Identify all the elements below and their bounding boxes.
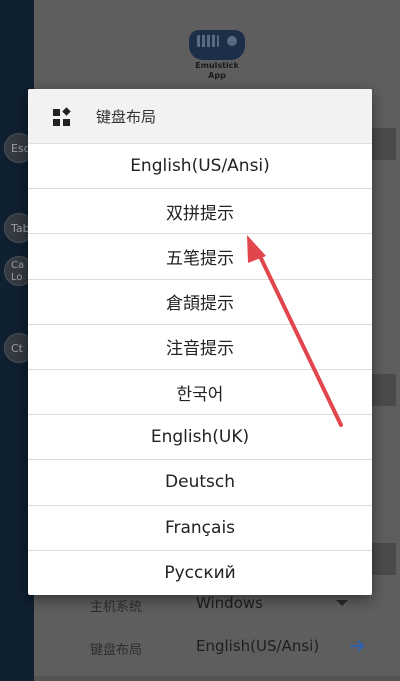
logo-text-line1: Emulstick bbox=[195, 61, 239, 70]
app-logo: Emulstick App bbox=[186, 30, 248, 80]
widgets-icon bbox=[53, 107, 71, 126]
dialog-header: 键盘布局 bbox=[28, 89, 372, 144]
option-cangjie[interactable]: 倉頡提示 bbox=[28, 280, 372, 325]
option-english-us[interactable]: English(US/Ansi) bbox=[28, 144, 372, 190]
gamepad-keyboard-icon bbox=[189, 30, 245, 60]
dialog-title: 键盘布局 bbox=[96, 108, 157, 126]
host-system-label: 主机系统 bbox=[90, 600, 143, 615]
keyboard-layout-value[interactable]: English(US/Ansi) bbox=[196, 637, 319, 655]
bg-section-bar bbox=[372, 374, 396, 406]
bottom-divider bbox=[34, 676, 400, 681]
option-zhuyin[interactable]: 注音提示 bbox=[28, 325, 372, 370]
dropdown-caret-icon[interactable] bbox=[336, 600, 348, 606]
option-korean[interactable]: 한국어 bbox=[28, 370, 372, 416]
option-shuangpin[interactable]: 双拼提示 bbox=[28, 189, 372, 235]
host-system-row[interactable]: 主机系统 Windows bbox=[90, 594, 370, 616]
bg-section-bar bbox=[372, 128, 396, 160]
host-system-value[interactable]: Windows bbox=[196, 594, 263, 612]
keyboard-layout-label: 键盘布局 bbox=[90, 643, 143, 658]
arrow-right-icon[interactable] bbox=[348, 636, 366, 656]
keyboard-layout-dialog: 键盘布局 English(US/Ansi) 双拼提示 五笔提示 倉頡提示 注音提… bbox=[28, 89, 372, 595]
keyboard-layout-row[interactable]: 键盘布局 English(US/Ansi) bbox=[90, 637, 370, 659]
option-wubi[interactable]: 五笔提示 bbox=[28, 234, 372, 280]
option-francais[interactable]: Français bbox=[28, 506, 372, 551]
option-russian[interactable]: Русский bbox=[28, 551, 372, 595]
layout-options-list: English(US/Ansi) 双拼提示 五笔提示 倉頡提示 注音提示 한국어… bbox=[28, 144, 372, 595]
logo-text-line2: App bbox=[208, 71, 226, 80]
bg-section-bar bbox=[372, 543, 396, 575]
option-english-uk[interactable]: English(UK) bbox=[28, 415, 372, 461]
option-deutsch[interactable]: Deutsch bbox=[28, 460, 372, 506]
